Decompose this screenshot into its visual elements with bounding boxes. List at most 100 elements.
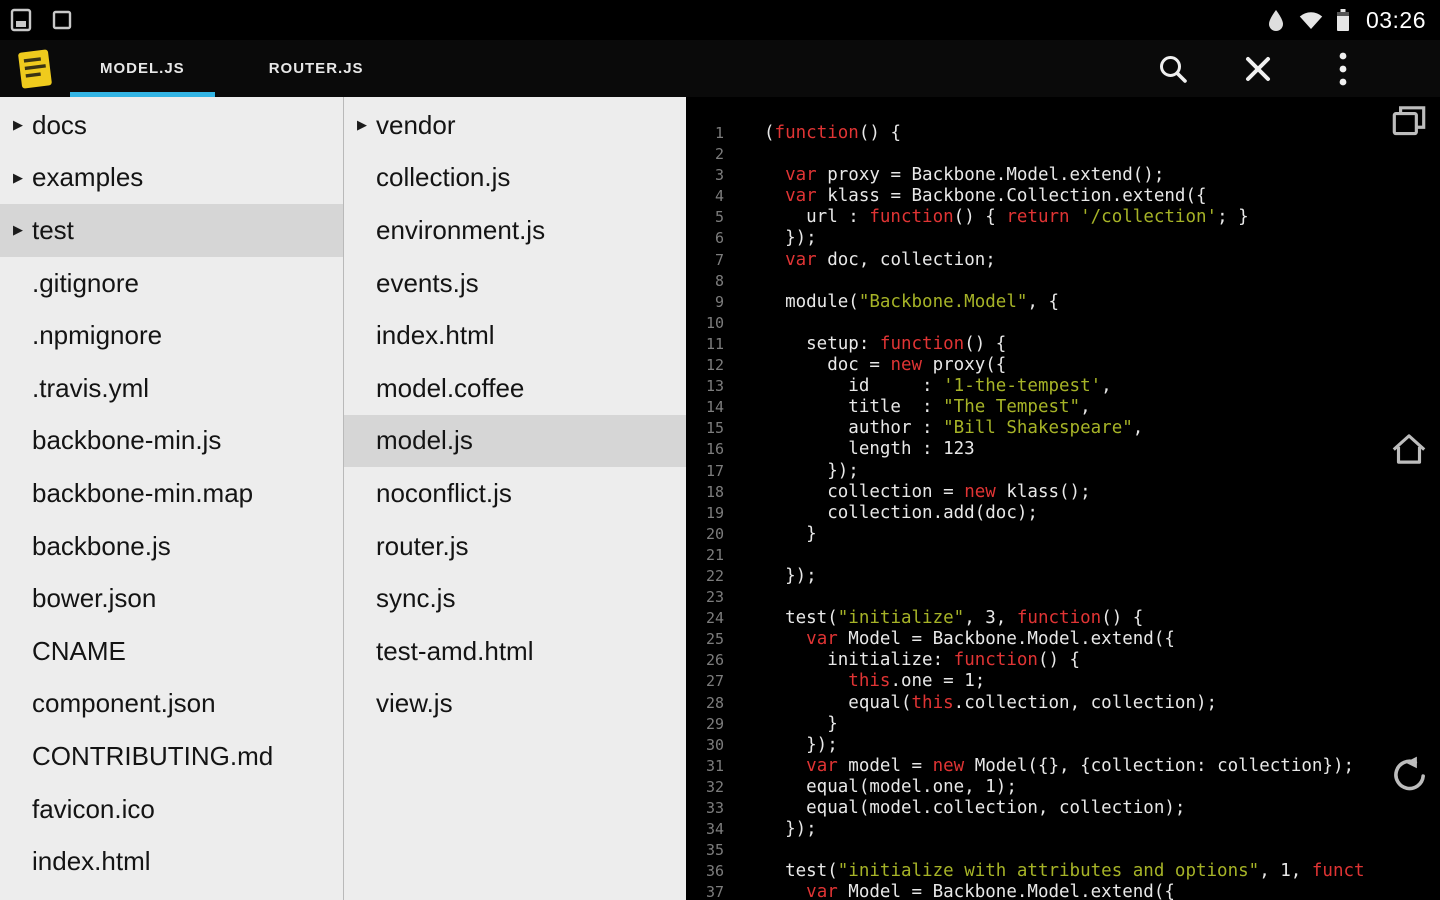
line-number: 8	[714, 271, 724, 290]
app-actions	[1130, 40, 1440, 97]
line-number: 15	[705, 419, 724, 438]
code-text: id : '1-the-tempest',	[764, 376, 1112, 397]
line-number: 2	[714, 145, 724, 164]
tree-item-bower-json[interactable]: bower.json	[0, 572, 343, 625]
drop-notification-icon	[1268, 10, 1283, 31]
code-line[interactable]: 25 var Model = Backbone.Model.extend({	[686, 629, 1378, 650]
tree-item-examples[interactable]: ▶ examples	[0, 152, 343, 205]
tab-model-js[interactable]: MODEL.JS	[70, 40, 215, 97]
tree-item-backbone-js[interactable]: backbone.js	[0, 520, 343, 573]
code-line[interactable]: 30 });	[686, 735, 1378, 756]
code-line[interactable]: 4 var klass = Backbone.Collection.extend…	[686, 186, 1378, 207]
tree-item-npmignore[interactable]: .npmignore	[0, 309, 343, 362]
code-line[interactable]: 12 doc = new proxy({	[686, 355, 1378, 376]
code-line[interactable]: 36 test("initialize with attributes and …	[686, 861, 1378, 882]
file-item-vendor[interactable]: ▶ vendor	[344, 99, 686, 152]
file-item-index-html[interactable]: index.html	[344, 309, 686, 362]
tree-item-backbone-min-map[interactable]: backbone-min.map	[0, 467, 343, 520]
code-text: }	[764, 713, 838, 734]
code-line[interactable]: 3 var proxy = Backbone.Model.extend();	[686, 165, 1378, 186]
file-item-collection-js[interactable]: collection.js	[344, 152, 686, 205]
file-item-model-coffee[interactable]: model.coffee	[344, 362, 686, 415]
code-line[interactable]: 9 module("Backbone.Model", {	[686, 292, 1378, 313]
code-editor[interactable]: 1 (function() {2 3 var proxy = Backbone.Mo…	[686, 97, 1378, 900]
code-line[interactable]: 14 title : "The Tempest",	[686, 397, 1378, 418]
tree-item-travis-yml[interactable]: .travis.yml	[0, 362, 343, 415]
code-line[interactable]: 10	[686, 313, 1378, 334]
folder-expand-icon[interactable]: ▶	[13, 117, 32, 133]
tree-item-docs[interactable]: ▶ docs	[0, 99, 343, 152]
code-line[interactable]: 22 });	[686, 566, 1378, 587]
tree-item-test[interactable]: ▶ test	[0, 204, 343, 257]
code-text: title : "The Tempest",	[764, 397, 1091, 418]
code-line[interactable]: 37 var Model = Backbone.Model.extend({	[686, 882, 1378, 900]
code-line[interactable]: 1 (function() {	[686, 123, 1378, 144]
code-line[interactable]: 7 var doc, collection;	[686, 250, 1378, 271]
line-number: 18	[705, 482, 724, 501]
app-logo[interactable]	[0, 40, 70, 97]
tab-router-js[interactable]: ROUTER.JS	[239, 40, 394, 97]
code-line[interactable]: 20 }	[686, 524, 1378, 545]
line-number: 21	[705, 545, 724, 564]
item-label: events.js	[376, 267, 479, 298]
code-line[interactable]: 15 author : "Bill Shakespeare",	[686, 418, 1378, 439]
status-bar[interactable]: 03:26	[0, 0, 1440, 40]
code-line[interactable]: 19 collection.add(doc);	[686, 503, 1378, 524]
file-item-view-js[interactable]: view.js	[344, 678, 686, 731]
home-button[interactable]	[1388, 428, 1430, 475]
folder-expand-icon[interactable]: ▶	[13, 222, 32, 238]
file-item-events-js[interactable]: events.js	[344, 257, 686, 310]
code-line[interactable]: 34 });	[686, 819, 1378, 840]
code-line[interactable]: 26 initialize: function() {	[686, 650, 1378, 671]
code-text: (function() {	[764, 123, 901, 143]
tree-item-favicon-ico[interactable]: favicon.ico	[0, 783, 343, 836]
close-button[interactable]	[1215, 40, 1300, 97]
code-line[interactable]: 31 var model = new Model({}, {collection…	[686, 756, 1378, 777]
tree-item-contributing-md[interactable]: CONTRIBUTING.md	[0, 730, 343, 783]
code-line[interactable]: 6 });	[686, 228, 1378, 249]
code-line[interactable]: 24 test("initialize", 3, function() {	[686, 608, 1378, 629]
code-line[interactable]: 32 equal(model.one, 1);	[686, 777, 1378, 798]
tree-item-cname[interactable]: CNAME	[0, 625, 343, 678]
file-item-router-js[interactable]: router.js	[344, 520, 686, 573]
code-line[interactable]: 18 collection = new klass();	[686, 482, 1378, 503]
tree-item-gitignore[interactable]: .gitignore	[0, 257, 343, 310]
file-item-environment-js[interactable]: environment.js	[344, 204, 686, 257]
code-line[interactable]: 5 url : function() { return '/collection…	[686, 207, 1378, 228]
back-button[interactable]	[1388, 753, 1430, 800]
code-line[interactable]: 28 equal(this.collection, collection);	[686, 693, 1378, 714]
file-item-test-amd-html[interactable]: test-amd.html	[344, 625, 686, 678]
code-text: equal(model.collection, collection);	[764, 798, 1186, 818]
code-line[interactable]: 17 });	[686, 461, 1378, 482]
line-number: 33	[705, 799, 724, 817]
tree-item-component-json[interactable]: component.json	[0, 678, 343, 731]
folder-expand-icon[interactable]: ▶	[357, 117, 376, 133]
code-line[interactable]: 8	[686, 271, 1378, 292]
code-line[interactable]: 11 setup: function() {	[686, 334, 1378, 355]
code-text: var doc, collection;	[785, 249, 996, 270]
code-line[interactable]: 21	[686, 545, 1378, 566]
file-item-model-js[interactable]: model.js	[344, 414, 686, 468]
code-text: var proxy = Backbone.Model.extend();	[785, 165, 1165, 186]
code-line[interactable]: 23	[686, 587, 1378, 608]
code-line[interactable]: 33 equal(model.collection, collection);	[686, 798, 1378, 819]
overflow-menu-button[interactable]	[1300, 40, 1385, 97]
code-text: var Model = Backbone.Model.extend({	[806, 882, 1175, 900]
code-line[interactable]: 13 id : '1-the-tempest',	[686, 376, 1378, 397]
code-line[interactable]: 16 length : 123	[686, 439, 1378, 460]
file-item-sync-js[interactable]: sync.js	[344, 572, 686, 625]
code-line[interactable]: 27 this.one = 1;	[686, 671, 1378, 692]
tree-item-backbone-min-js[interactable]: backbone-min.js	[0, 415, 343, 468]
code-line[interactable]: 29 }	[686, 714, 1378, 735]
file-item-noconflict-js[interactable]: noconflict.js	[344, 467, 686, 520]
clock: 03:26	[1365, 6, 1426, 33]
folder-expand-icon[interactable]: ▶	[13, 170, 32, 186]
search-button[interactable]	[1130, 40, 1215, 97]
tree-item-index-html[interactable]: index.html	[0, 835, 343, 888]
recents-button[interactable]	[1388, 101, 1430, 148]
item-label: vendor	[376, 109, 456, 140]
display-icon	[52, 10, 72, 30]
code-line[interactable]: 2	[686, 144, 1378, 165]
line-number: 29	[705, 714, 724, 733]
code-line[interactable]: 35	[686, 840, 1378, 861]
